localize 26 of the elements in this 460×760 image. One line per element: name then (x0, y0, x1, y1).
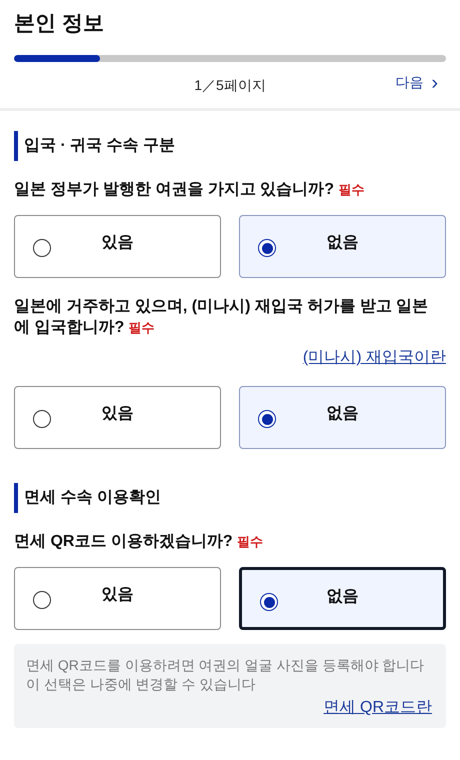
section-heading: 면세 수속 이용확인 (24, 488, 161, 508)
radio-option[interactable]: 없음 (239, 386, 446, 449)
radio-option[interactable]: 없음 (239, 567, 446, 630)
radio-icon (258, 239, 276, 257)
info-text: 면세 QR코드를 이용하려면 여권의 얼굴 사진을 등록해야 합니다 (26, 656, 426, 675)
info-text: 이 선택은 나중에 변경할 수 있습니다 (26, 675, 256, 694)
help-link[interactable]: 면세 QR코드란 (324, 696, 432, 720)
question-text: 일본 정부가 발행한 여권을 가지고 있습니까? 필수 (14, 180, 366, 200)
radio-icon (33, 410, 51, 428)
section-marker (14, 131, 18, 161)
radio-option[interactable]: 있음 (14, 215, 221, 278)
page-indicator: 1／5페이지 (194, 76, 266, 94)
question-text: 일본에 거주하고 있으며, (미나시) 재입국 허가를 받고 일본에 입국합니까? 필수 (14, 297, 430, 338)
radio-icon (33, 239, 51, 257)
next-button[interactable]: 다음 › (395, 72, 438, 93)
radio-option[interactable]: 있음 (14, 386, 221, 449)
question-text: 면세 QR코드 이용하겠습니까? 필수 (14, 532, 264, 552)
help-link[interactable]: (미나시) 재입국이란 (302, 346, 446, 370)
section-marker (14, 483, 18, 513)
radio-icon (33, 591, 51, 609)
section-heading: 입국 · 귀국 수속 구분 (24, 136, 176, 156)
page-title: 본인 정보 (14, 11, 105, 37)
radio-option[interactable]: 있음 (14, 567, 221, 630)
radio-option[interactable]: 없음 (239, 215, 446, 278)
radio-icon (258, 410, 276, 428)
radio-icon (260, 593, 278, 611)
